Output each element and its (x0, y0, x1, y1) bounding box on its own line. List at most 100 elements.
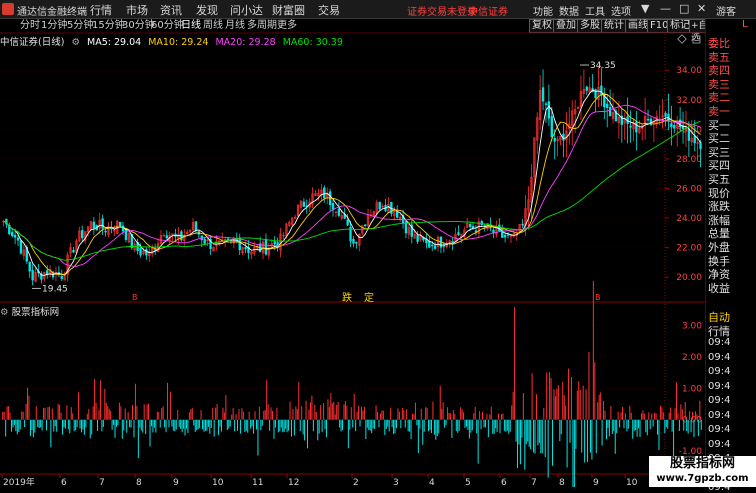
tick-time: 09:4 (708, 366, 731, 377)
candle-body (428, 241, 431, 248)
tick-time: 09:4 (708, 424, 731, 435)
candle-body (13, 234, 17, 238)
candle-body (273, 241, 276, 245)
candle-body (550, 116, 553, 137)
price-tick-label: 22.00 (676, 244, 702, 254)
candle-body (92, 221, 96, 229)
candle-body (670, 123, 673, 128)
candle-body (457, 232, 460, 236)
tick-time: 09:4 (708, 409, 731, 421)
candle-body (238, 238, 241, 251)
signal-label-ding: 定 (364, 291, 374, 304)
x-tick-label: 8 (559, 478, 565, 487)
candle-body (506, 234, 510, 236)
candle-body (194, 221, 198, 232)
x-tick-label: 5 (465, 478, 471, 487)
quote-sidebar: L 委比 卖五 卖四 卖三 卖二 卖一 买一 买二 买三 买四 买五 现价 涨跌 涨幅 总量 外盘 换手 净资 收益… (705, 19, 756, 493)
candle-body (544, 103, 548, 105)
tick-time: 09:4 (708, 438, 731, 450)
candle-body (302, 201, 306, 207)
candle-body (28, 261, 31, 272)
candle-body (600, 85, 603, 96)
price-tick-label: 26.00 (676, 184, 702, 194)
x-tick-label: 6 (61, 478, 67, 487)
volume-tick-label: 1.00 (682, 384, 702, 394)
candle-body (541, 87, 545, 102)
candle-body (118, 221, 122, 227)
high-price-label: 34.35 (590, 61, 616, 71)
candle-body (203, 238, 206, 244)
x-tick-label: 9 (173, 478, 179, 487)
volume-tick-label: 3.00 (682, 321, 702, 331)
candle-body (244, 247, 247, 250)
candle-body (31, 269, 34, 281)
volume-tick-label: 2.00 (682, 353, 702, 363)
sidebar-header-l: L (742, 19, 748, 30)
candle-body (699, 142, 702, 150)
candle-body (355, 241, 358, 244)
candle-body (346, 219, 349, 226)
candle-body (431, 244, 434, 247)
candle-body (521, 223, 524, 226)
candle-body (323, 187, 326, 199)
buy-signal-mark: B (132, 293, 138, 302)
price-tick-label: 34.00 (676, 66, 702, 76)
candle-body (474, 230, 478, 233)
pane-expand-icon (692, 35, 701, 44)
candle-body (646, 118, 650, 121)
candle-body (416, 235, 419, 242)
sidebar-field: 收益 (708, 281, 730, 295)
candle-body (468, 224, 472, 227)
candle-body (19, 240, 23, 254)
candle-body (16, 237, 20, 241)
tick-time: 09:4 (708, 351, 731, 363)
candle-body (110, 227, 113, 230)
candle-body (396, 211, 399, 218)
candle-body (606, 103, 609, 108)
candle-body (673, 124, 676, 129)
x-tick-label: 10 (212, 478, 224, 487)
price-tick-label: 20.00 (676, 273, 702, 283)
x-tick-label: 8 (136, 478, 142, 487)
tick-time: 09:4 (708, 337, 731, 348)
price-tick-label: 32.00 (676, 96, 702, 106)
candle-body (547, 101, 551, 119)
candle-body (433, 245, 437, 249)
candle-body (331, 203, 335, 210)
candle-body (451, 241, 454, 244)
candle-body (635, 121, 638, 133)
candle-body (60, 275, 63, 279)
x-tick-label: 4 (429, 478, 435, 487)
candle-body (352, 239, 355, 244)
ma60-line (3, 120, 701, 261)
signal-label-die: 跌 (342, 291, 352, 304)
tick-time: 09:4 (708, 380, 731, 392)
candle-body (378, 201, 381, 210)
candle-body (363, 224, 367, 226)
candle-body (693, 135, 696, 144)
pane-option-icon (677, 34, 687, 44)
candle-body (687, 128, 691, 141)
x-tick-label: 12 (288, 478, 299, 487)
low-price-label: 19.45 (42, 284, 68, 294)
x-tick-label: 6 (501, 478, 507, 487)
x-tick-label: 2 (353, 478, 359, 487)
candle-body (629, 125, 632, 128)
candle-body (101, 218, 104, 229)
watermark: 股票指标网 www.7gpzb.com (649, 456, 756, 487)
candle-body (480, 221, 483, 226)
tick-time: 09:4 (708, 395, 731, 406)
watermark-title: 股票指标网 (669, 456, 735, 471)
candle-body (337, 208, 341, 216)
candle-body (553, 138, 556, 142)
candle-body (608, 106, 612, 117)
price-tick-label: 24.00 (676, 214, 702, 224)
guest-label[interactable]: 游客 (716, 3, 736, 18)
candle-body (471, 225, 475, 229)
x-tick-label: 9 (593, 478, 599, 487)
candle-body (11, 232, 14, 237)
candle-body (104, 230, 107, 233)
candle-body (72, 249, 75, 253)
kline-chart[interactable]: 34.0032.0030.0028.0026.0024.0022.0020.00… (0, 0, 705, 487)
x-tick-label: 11 (252, 478, 263, 487)
